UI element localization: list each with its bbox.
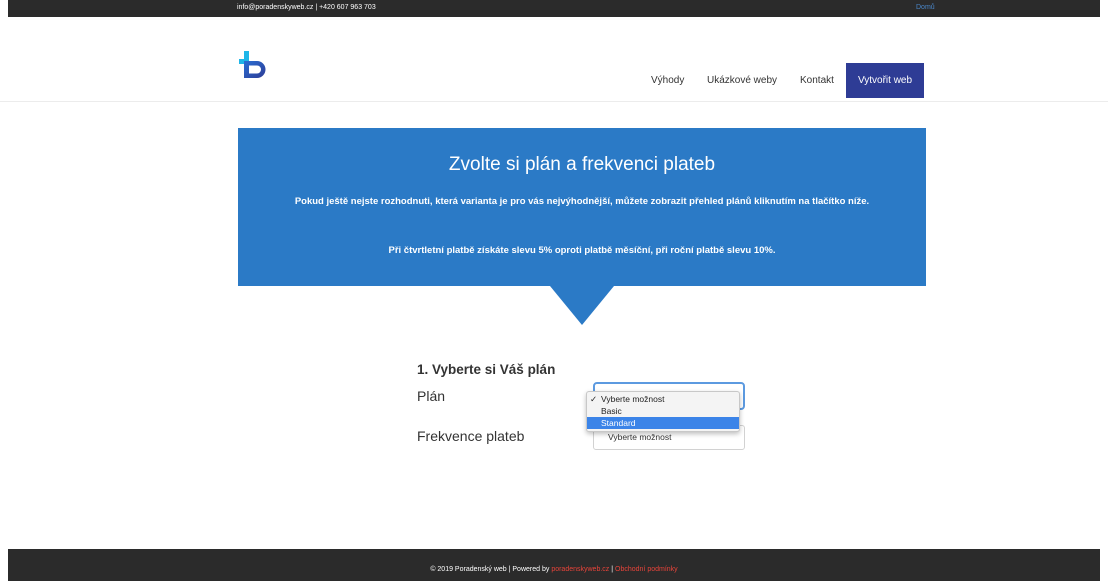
plan-option-placeholder[interactable]: ✓ Vyberte možnost <box>587 393 739 405</box>
site-header: Výhody Ukázkové weby Kontakt Vytvořit we… <box>0 17 1108 102</box>
hero-banner: Zvolte si plán a frekvenci plateb Pokud … <box>238 128 926 286</box>
plan-option-standard[interactable]: Standard <box>587 417 739 429</box>
site-footer: © 2019 Poradenský web | Powered by porad… <box>8 549 1100 581</box>
nav-kontakt[interactable]: Kontakt <box>800 75 834 86</box>
footer-line: © 2019 Poradenský web | Powered by porad… <box>8 566 1100 573</box>
option-label: Basic <box>601 406 622 416</box>
nav-vyhody[interactable]: Výhody <box>651 75 684 86</box>
checkmark-icon: ✓ <box>590 394 598 404</box>
powered-by-link[interactable]: poradenskyweb.cz <box>551 566 609 573</box>
home-link[interactable]: Domů <box>916 4 935 11</box>
contact-info: info@poradenskyweb.cz | +420 607 963 703 <box>237 4 376 11</box>
plan-label: Plán <box>417 388 446 404</box>
hero-text-plans: Pokud ještě nejste rozhodnuti, která var… <box>294 196 870 207</box>
option-label: Standard <box>601 418 636 428</box>
plan-dropdown: ✓ Vyberte možnost Basic Standard <box>586 391 740 432</box>
option-label: Vyberte možnost <box>601 394 665 404</box>
hero-title: Zvolte si plán a frekvenci plateb <box>448 154 716 175</box>
b-logo-icon[interactable] <box>236 50 270 80</box>
frequency-label: Frekvence plateb <box>417 428 525 444</box>
hero-arrow <box>550 286 614 325</box>
terms-link[interactable]: Obchodní podmínky <box>615 566 678 573</box>
top-info-bar: info@poradenskyweb.cz | +420 607 963 703… <box>8 0 1100 17</box>
section-title: 1. Vyberte si Váš plán <box>417 362 556 377</box>
footer-copyright: © 2019 Poradenský web | Powered by <box>430 566 552 573</box>
plan-option-basic[interactable]: Basic <box>587 405 739 417</box>
nav-ukazkove-weby[interactable]: Ukázkové weby <box>707 75 777 86</box>
create-web-button[interactable]: Vytvořit web <box>846 63 924 98</box>
hero-text-discount: Při čtvrtletní platbě získáte slevu 5% o… <box>388 245 776 256</box>
